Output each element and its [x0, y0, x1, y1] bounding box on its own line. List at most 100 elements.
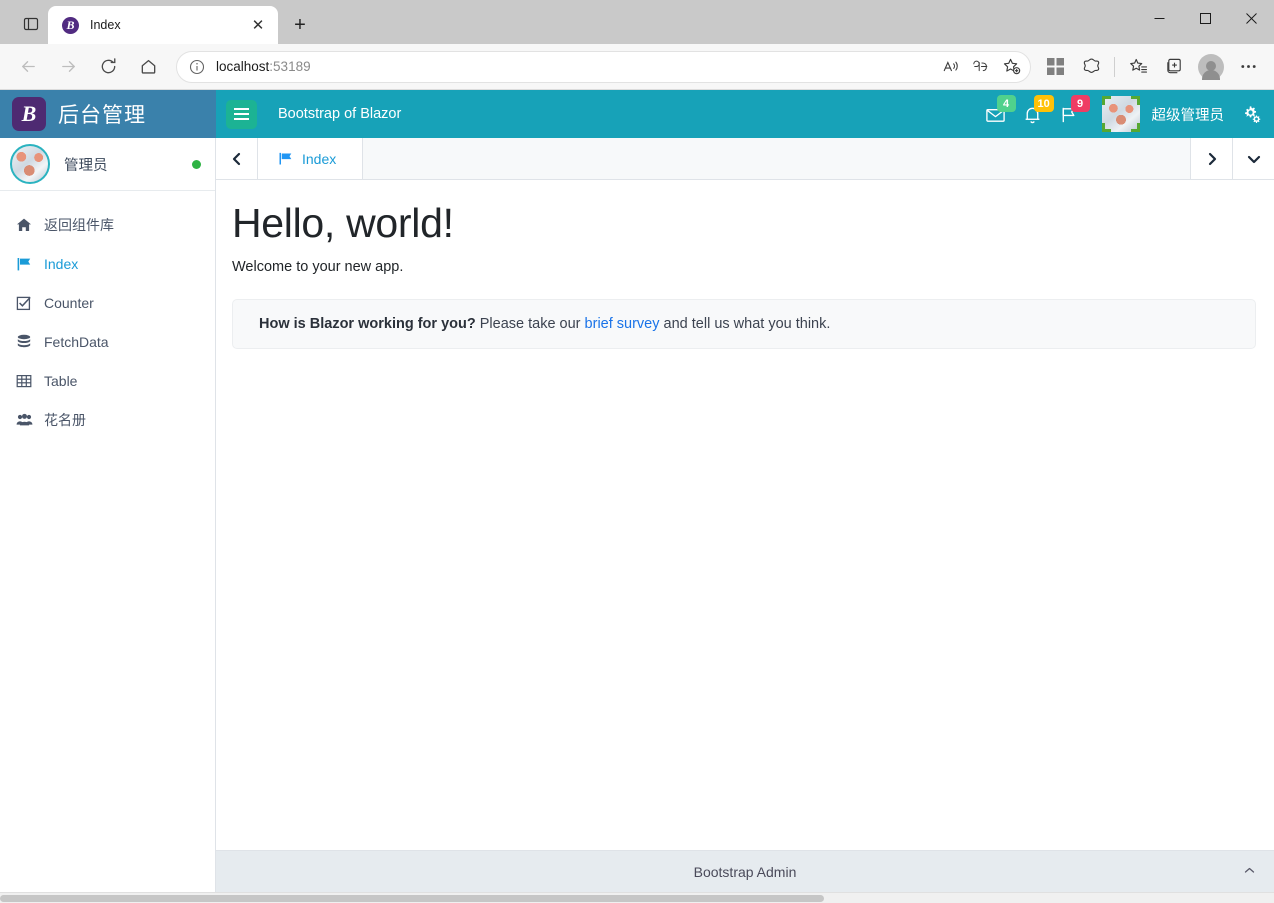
avatar[interactable]	[1101, 96, 1140, 132]
sidebar-item-counter[interactable]: Counter	[0, 283, 215, 322]
toolbar-divider	[1114, 56, 1115, 77]
users-icon	[16, 412, 37, 428]
back-icon[interactable]	[10, 50, 46, 84]
tab-bar-spacer	[363, 138, 1190, 179]
page-viewport: B 后台管理 Bootstrap of Blazor 4 10 9 超级管理员 …	[0, 90, 1274, 903]
favorites-icon[interactable]	[1121, 51, 1155, 83]
browser-titlebar: B Index ✕ +	[0, 0, 1274, 44]
header-tools: 4 10 9 超级管理员	[969, 95, 1267, 132]
titlebar-left-pad	[0, 0, 14, 44]
omnibox-actions	[936, 53, 1026, 81]
app-logo-icon: B	[12, 97, 46, 131]
tab-favicon: B	[62, 16, 79, 34]
sidebar-item-roster[interactable]: 花名册	[0, 400, 215, 439]
maximize-icon[interactable]	[1182, 0, 1228, 36]
window-controls	[1136, 0, 1274, 36]
avatar-corner-bl	[1101, 123, 1111, 132]
bell-icon[interactable]: 10	[1022, 95, 1054, 129]
info-icon[interactable]	[187, 57, 207, 77]
chevron-down-icon[interactable]	[1232, 138, 1274, 179]
address-bar[interactable]: localhost:53189	[176, 50, 1031, 83]
app-footer: Bootstrap Admin	[216, 850, 1274, 892]
read-aloud-icon[interactable]	[936, 53, 966, 81]
tab-search-button[interactable]	[14, 5, 48, 43]
check-square-icon	[16, 295, 37, 311]
mail-icon[interactable]: 4	[985, 95, 1016, 129]
sidebar-item-table[interactable]: Table	[0, 361, 215, 400]
flag-icon	[16, 256, 37, 272]
main-heading: Hello, world!	[232, 200, 454, 246]
tab-label: Index	[302, 150, 337, 167]
header-user-name[interactable]: 超级管理员	[1152, 104, 1225, 125]
sidebar-item-label: 返回组件库	[44, 216, 114, 233]
hamburger-icon[interactable]	[226, 99, 257, 129]
settings-more-icon[interactable]	[1231, 51, 1265, 83]
home-icon	[16, 217, 37, 233]
browser-tab[interactable]: B Index ✕	[48, 6, 278, 44]
minimize-icon[interactable]	[1136, 0, 1182, 36]
survey-alert: How is Blazor working for you? Please ta…	[232, 299, 1256, 349]
brief-survey-link[interactable]: brief survey	[585, 316, 660, 332]
tab-bar: Index	[216, 138, 1274, 180]
sidebar-avatar	[10, 144, 50, 184]
horizontal-scrollbar[interactable]	[0, 892, 1274, 903]
app-logo-text: 后台管理	[58, 104, 146, 127]
close-icon[interactable]	[1228, 0, 1274, 36]
chevron-up-icon[interactable]	[1243, 864, 1256, 880]
bell-badge: 10	[1033, 95, 1054, 112]
browser-essentials-icon[interactable]	[1074, 51, 1108, 83]
sidebar-item-label: Index	[44, 255, 79, 272]
app-body: 管理员 返回组件库 Index Counter FetchData Table …	[0, 138, 1274, 892]
new-tab-button[interactable]: +	[284, 9, 316, 41]
app-logo-area[interactable]: B 后台管理	[0, 90, 216, 138]
sidebar-user-name: 管理员	[64, 157, 108, 174]
sidebar-menu: 返回组件库 Index Counter FetchData Table 花名册	[0, 191, 215, 439]
reload-icon[interactable]	[90, 50, 126, 84]
sidebar-item-label: Table	[44, 372, 78, 389]
status-badge	[192, 159, 201, 169]
app-header: B 后台管理 Bootstrap of Blazor 4 10 9 超级管理员	[0, 90, 1274, 138]
app-header-right: Bootstrap of Blazor 4 10 9 超级管理员	[216, 90, 1274, 138]
translate-icon[interactable]	[966, 53, 996, 81]
collections-grid-icon[interactable]	[1038, 51, 1072, 83]
forward-icon[interactable]	[50, 50, 86, 84]
flag-badge: 9	[1070, 95, 1090, 112]
database-icon	[16, 334, 37, 350]
avatar-corner-br	[1130, 123, 1140, 132]
browser-toolbar: localhost:53189	[0, 44, 1274, 90]
flag-icon	[278, 151, 293, 166]
split-screen-icon[interactable]	[1157, 51, 1191, 83]
content-column: Index Hello, world! Welcome to your new …	[216, 138, 1274, 892]
main-content: Hello, world! Welcome to your new app. H…	[216, 180, 1274, 850]
address-host: localhost	[216, 59, 270, 74]
sidebar-item-label: Counter	[44, 294, 94, 311]
address-text: localhost:53189	[216, 59, 311, 74]
main-subtitle: Welcome to your new app.	[232, 259, 404, 275]
browser-window: B Index ✕ + localhost:53189 B 后台管理 Boots…	[0, 0, 1274, 903]
tab-index[interactable]: Index	[258, 138, 364, 179]
mail-badge: 4	[996, 95, 1016, 112]
chevron-left-icon[interactable]	[216, 138, 258, 179]
sidebar-item-label: FetchData	[44, 333, 109, 350]
footer-text: Bootstrap Admin	[693, 863, 797, 880]
avatar-corner-tr	[1130, 96, 1140, 105]
sidebar-user[interactable]: 管理员	[0, 138, 215, 191]
home-icon[interactable]	[130, 50, 166, 84]
table-icon	[16, 373, 37, 389]
sidebar-item-back-to-library[interactable]: 返回组件库	[0, 205, 215, 244]
sidebar-item-fetchdata[interactable]: FetchData	[0, 322, 215, 361]
profile-body	[1202, 69, 1220, 80]
flag-icon[interactable]: 9	[1059, 95, 1090, 129]
tab-close-icon[interactable]: ✕	[246, 13, 270, 37]
address-port: :53189	[269, 59, 311, 74]
scrollbar-thumb[interactable]	[0, 895, 824, 902]
sidebar-item-index[interactable]: Index	[0, 244, 215, 283]
survey-text-before: Please take our	[475, 316, 585, 332]
survey-text-after: and tell us what you think.	[659, 316, 831, 332]
profile-icon[interactable]	[1198, 53, 1224, 80]
cogs-icon[interactable]	[1242, 104, 1262, 124]
chevron-right-icon[interactable]	[1190, 138, 1232, 179]
survey-question: How is Blazor working for you?	[259, 316, 476, 332]
avatar-corner-tl	[1101, 96, 1111, 105]
add-favorite-icon[interactable]	[996, 53, 1026, 81]
